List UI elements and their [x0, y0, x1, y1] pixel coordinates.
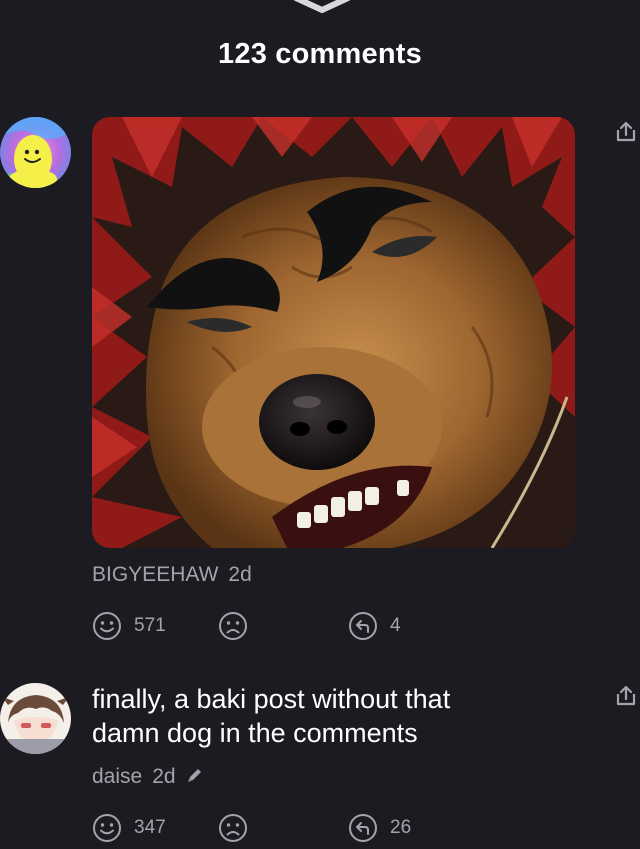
comment-text: finally, a baki post without that damn d… — [92, 682, 592, 750]
frown-icon — [219, 612, 247, 640]
comment-text-line: damn dog in the comments — [92, 718, 418, 748]
pencil-icon — [187, 769, 201, 782]
comment-username[interactable]: BIGYEEHAW — [92, 563, 218, 586]
like-count: 571 — [134, 615, 166, 636]
reply-button[interactable]: 4 — [348, 610, 401, 642]
frown-icon — [219, 814, 247, 842]
comment-username[interactable]: daise — [92, 765, 142, 788]
reply-button[interactable]: 26 — [348, 812, 411, 844]
reply-icon — [349, 612, 377, 640]
avatar[interactable] — [0, 683, 71, 754]
comment-actions: 571 4 — [92, 610, 512, 642]
dislike-button[interactable] — [218, 812, 248, 844]
reply-icon — [349, 814, 377, 842]
like-count: 347 — [134, 817, 166, 838]
comment-timestamp: 2d — [228, 563, 252, 586]
chevron-down-icon[interactable] — [292, 0, 352, 16]
page-title: 123 comments — [218, 38, 422, 70]
share-icon[interactable] — [614, 684, 638, 708]
reply-count: 4 — [390, 615, 401, 636]
like-button[interactable]: 347 — [92, 812, 166, 844]
avatar[interactable] — [0, 117, 71, 188]
share-icon[interactable] — [614, 120, 638, 144]
smile-icon — [93, 612, 121, 640]
like-button[interactable]: 571 — [92, 610, 166, 642]
dog-meme-image[interactable] — [92, 117, 575, 548]
reply-count: 26 — [390, 817, 412, 838]
smile-icon — [93, 814, 121, 842]
dislike-button[interactable] — [218, 610, 248, 642]
comment-text-line: finally, a baki post without that — [92, 684, 451, 714]
comment-timestamp: 2d — [152, 765, 176, 788]
comment-actions: 347 26 — [92, 812, 512, 844]
